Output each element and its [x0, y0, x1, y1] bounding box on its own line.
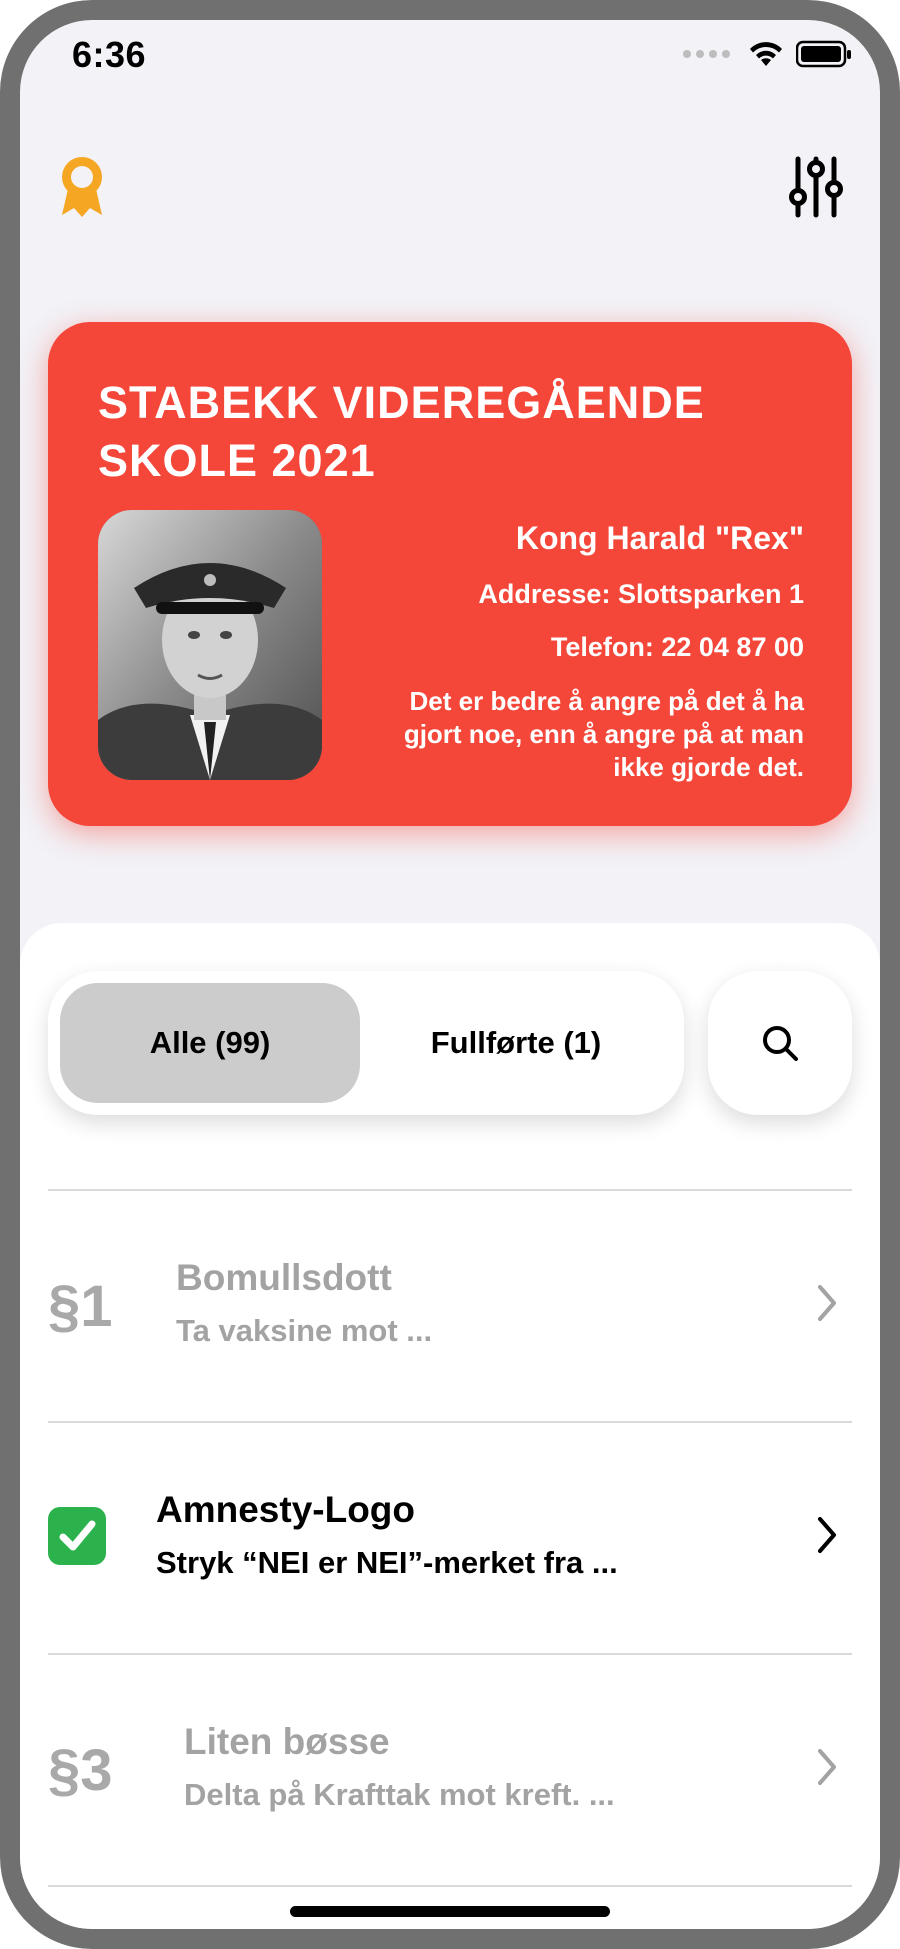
- wifi-icon: [750, 42, 782, 66]
- home-indicator[interactable]: [290, 1906, 610, 1917]
- tab-all[interactable]: Alle (99): [60, 983, 360, 1103]
- sliders-icon[interactable]: [788, 155, 844, 224]
- person-phone: Telefon: 22 04 87 00: [550, 632, 804, 662]
- chevron-right-icon: [818, 1749, 836, 1785]
- student-card[interactable]: STABEKK VIDEREGÅENDE SKOLE 2021 Kong Har…: [48, 322, 852, 826]
- search-button[interactable]: [708, 971, 852, 1115]
- item-title: Liten bøsse: [184, 1721, 390, 1762]
- list-item[interactable]: Amnesty-Logo Stryk “NEI er NEI”-merket f…: [48, 1423, 852, 1653]
- device-frame: 6:36 STABEKK VIDEREGÅENDE SKOLE 2021 Kon…: [0, 0, 900, 1949]
- award-icon[interactable]: [58, 155, 106, 224]
- battery-icon: [796, 40, 851, 68]
- filter-segmented-control: Alle (99) Fullførte (1): [48, 971, 684, 1115]
- list-item[interactable]: §3 Liten bøsse Delta på Krafttak mot kre…: [48, 1655, 852, 1885]
- card-title: STABEKK VIDEREGÅENDE SKOLE 2021: [98, 377, 705, 486]
- item-title: Amnesty-Logo: [156, 1489, 415, 1530]
- screen: 6:36 STABEKK VIDEREGÅENDE SKOLE 2021 Kon…: [20, 20, 880, 1929]
- tasks-sheet: Alle (99) Fullførte (1) §1 Bomullsdott T…: [20, 923, 880, 1929]
- profile-photo: [98, 510, 322, 780]
- person-name: Kong Harald "Rex": [515, 520, 804, 556]
- item-subtitle: Delta på Krafttak mot kreft. ...: [184, 1777, 615, 1812]
- tab-completed[interactable]: Fullførte (1): [360, 983, 672, 1103]
- person-address: Addresse: Slottsparken 1: [478, 579, 804, 609]
- status-time: 6:36: [72, 34, 147, 75]
- item-subtitle: Ta vaksine mot ...: [176, 1313, 433, 1348]
- item-title: Bomullsdott: [176, 1257, 392, 1298]
- checkmark-icon: [48, 1507, 106, 1565]
- item-subtitle: Stryk “NEI er NEI”-merket fra ...: [156, 1545, 618, 1580]
- person-quote: Det er bedre å angre på det å ha gjort n…: [403, 686, 804, 782]
- cellular-signal-icon: [683, 50, 730, 58]
- status-icons: [683, 40, 852, 68]
- status-bar: 6:36: [20, 20, 880, 110]
- list-item[interactable]: §1 Bomullsdott Ta vaksine mot ...: [48, 1191, 852, 1421]
- item-number: §3: [48, 1738, 113, 1803]
- chevron-right-icon: [818, 1517, 836, 1553]
- chevron-right-icon: [818, 1285, 836, 1321]
- person-info: Kong Harald "Rex" Addresse: Slottsparken…: [364, 512, 804, 784]
- search-icon: [763, 1026, 798, 1061]
- list-divider: [48, 1885, 852, 1887]
- item-number: §1: [48, 1274, 113, 1339]
